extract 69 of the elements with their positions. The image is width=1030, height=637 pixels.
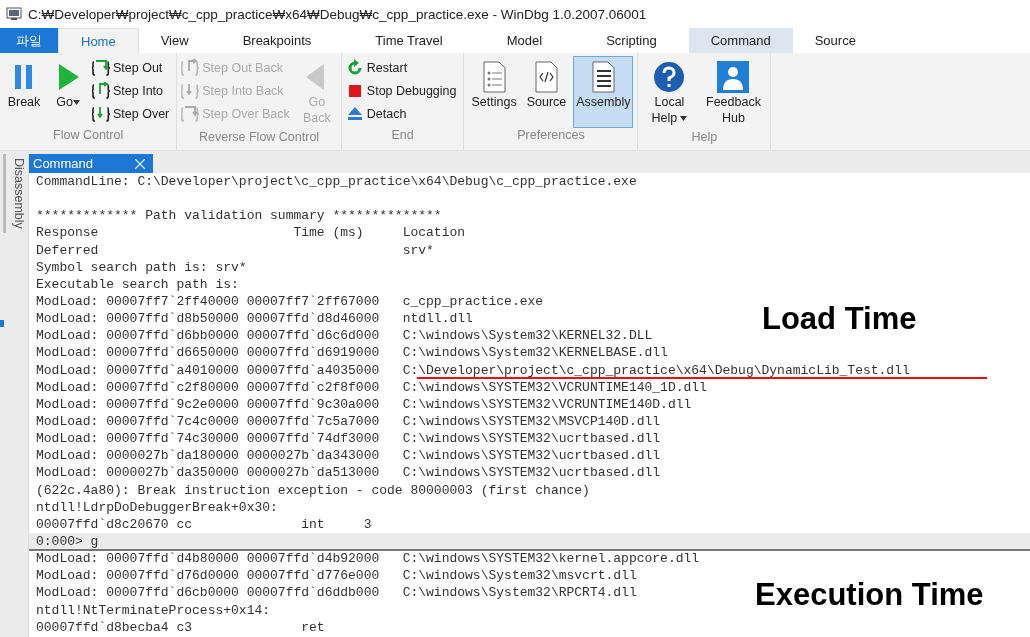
app-icon — [6, 7, 22, 21]
ribbon-button[interactable]: Assembly — [573, 56, 634, 128]
step-into-back-icon — [181, 82, 200, 100]
ribbon-button[interactable]: Restart — [345, 58, 460, 78]
step-over-icon — [92, 105, 110, 123]
ribbon-tab[interactable]: Home — [58, 28, 139, 53]
ribbon-tab[interactable]: Scripting — [574, 28, 689, 53]
ribbon-tab[interactable]: Breakpoints — [210, 28, 344, 53]
ribbon-button[interactable]: Break — [4, 56, 44, 128]
ribbon-tab[interactable]: Time Travel — [343, 28, 475, 53]
log-line: Symbol search path is: srv* — [36, 259, 247, 275]
log-line: CommandLine: C:\Developer\project\c_cpp_practice\x64\Debug\c_cpp_practice.exe — [36, 174, 637, 189]
log-line: ModLoad: 00007ffd`74c30000 00007ffd`74df3000 C:\windows\SYSTEM32\ucrtbased.dll — [36, 431, 661, 447]
group-label: End — [390, 128, 415, 144]
log-line: ModLoad: 00007ffd`a4010000 00007ffd`a4035000 C:\Developer\project\c_cpp_practice\x64\Debug\DynamicLib_Test.dll — [36, 362, 910, 378]
annotation-label: Load Time — [762, 301, 917, 337]
ribbon-button[interactable]: Step Over — [92, 104, 173, 124]
log-line: ModLoad: 00007ffd`7c4c0000 00007ffd`7c5a7000 C:\windows\SYSTEM32\MSVCP140D.dll — [36, 413, 661, 429]
eject-icon — [345, 105, 364, 123]
log-line: Response Time (ms) Location — [36, 225, 466, 241]
log-line: ModLoad: 00007ffd`c2f80000 00007ffd`c2f8f000 C:\windows\SYSTEM32\VCRUNTIME140_1D.dll — [36, 379, 707, 395]
log-line: Executable search path is: — [36, 276, 240, 292]
ribbon-tab[interactable]: Model — [474, 28, 575, 53]
annotation-label: Execution Time — [755, 577, 984, 613]
ribbon-tab[interactable]: 파일 — [0, 28, 58, 53]
group-label: Help — [690, 130, 719, 146]
ribbon-button[interactable]: Detach — [345, 104, 460, 124]
scroll-marker — [0, 320, 4, 327]
ribbon-tab[interactable]: View — [138, 28, 211, 53]
ribbon-button[interactable]: Step Into — [92, 81, 173, 101]
step-out-icon — [92, 59, 110, 77]
ribbon-button[interactable]: Step Out — [92, 58, 173, 78]
log-line: ModLoad: 00007ffd`d6650000 00007ffd`d6919000 C:\windows\System32\KERNELBASE.dll — [36, 345, 668, 361]
log-line: ModLoad: 00007ffd`d6bb0000 00007ffd`d6c6d000 C:\windows\System32\KERNEL32.DLL — [36, 328, 653, 344]
log-line: ModLoad: 00007ffd`9c2e0000 00007ffd`9c30a000 C:\windows\SYSTEM32\VCRUNTIME140D.dll — [36, 396, 692, 412]
log-line: ntdll!NtTerminateProcess+0x14: — [36, 602, 271, 618]
log-line: ModLoad: 00007ffd`d6cb0000 00007ffd`d6ddb000 C:\windows\System32\RPCRT4.dll — [36, 585, 637, 601]
person-icon — [716, 60, 751, 94]
group-label: Flow Control — [52, 128, 125, 144]
help-icon — [652, 60, 687, 94]
ribbon-tab[interactable]: Source — [792, 28, 878, 53]
log-line: ************* Path validation summary ************** — [36, 208, 442, 224]
log-line: ModLoad: 00007ff7`2ff40000 00007ff7`2ff67000 c_cpp_practice.exe — [36, 294, 544, 309]
close-icon[interactable] — [134, 158, 145, 169]
log-line: ModLoad: 0000027b`da350000 0000027b`da513000 C:\windows\SYSTEM32\ucrtbased.dll — [36, 465, 661, 481]
log-line: ModLoad: 00007ffd`d76d0000 00007ffd`d776e000 C:\windows\System32\msvcrt.dll — [36, 568, 637, 584]
log-line: 00007ffd`d8becba4 c3 ret — [36, 619, 325, 635]
ribbon-button[interactable]: Go — [48, 56, 88, 128]
step-over-back-icon — [181, 105, 200, 123]
ribbon-tab[interactable]: Command — [688, 28, 793, 53]
ribbon-button[interactable]: Local Help — [642, 56, 697, 130]
ribbon-button[interactable]: Feedback Hub — [700, 56, 767, 130]
ribbon-button[interactable]: Stop Debugging — [345, 81, 460, 101]
step-out-back-icon — [181, 59, 200, 77]
group-label: Reverse Flow Control — [197, 130, 321, 146]
group-label: Preferences — [516, 128, 586, 144]
window-title: C:₩Developer₩project₩c_cpp_practice₩x64₩Debug₩c_cpp_practice.exe - WinDbg 1.0.2007.06001 — [28, 6, 647, 22]
step-into-icon — [92, 82, 110, 100]
log-line: ntdll!LdrpDoDebuggerBreak+0x30: — [36, 499, 278, 515]
ribbon-button[interactable]: Settings — [468, 56, 520, 128]
log-line: 00007ffd`d8c20670 cc int 3 — [36, 516, 372, 532]
log-line: ModLoad: 00007ffd`d8b50000 00007ffd`d8d46000 ntdll.dll — [36, 311, 473, 327]
ribbon-button[interactable]: Source — [523, 56, 570, 128]
document-tab[interactable]: Command — [29, 154, 153, 173]
log-line: (622c.4a80): Break instruction exception - code 80000003 (first chance) — [36, 482, 590, 498]
log-line: ModLoad: 0000027b`da180000 0000027b`da343000 C:\windows\SYSTEM32\ucrtbased.dll — [36, 448, 661, 464]
command-prompt: 0:000> g — [36, 533, 99, 549]
log-line: ModLoad: 00007ffd`d4b80000 00007ffd`d4b92000 C:\windows\SYSTEM32\kernel.appcore.dll — [36, 551, 700, 567]
log-line: Deferred srv* — [36, 242, 434, 258]
